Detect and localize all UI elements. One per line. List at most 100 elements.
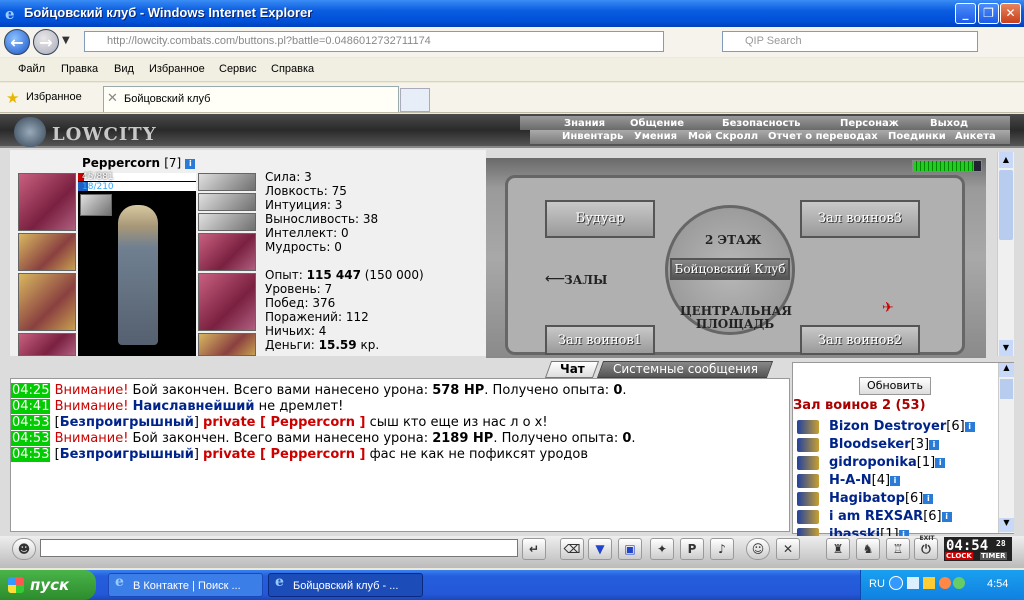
user-list-item[interactable]: Hagibatop[6] i [829, 491, 934, 506]
chat-nick[interactable]: Безпроигрышный [60, 447, 194, 462]
ring-slot-1[interactable] [198, 173, 256, 191]
menu-communication[interactable]: Общение [630, 118, 684, 129]
menu-security[interactable]: Безопасность [722, 118, 801, 129]
menu-inventory[interactable]: Инвентарь [562, 131, 623, 142]
private-icon[interactable]: P [680, 538, 704, 560]
forward-button[interactable]: → [33, 29, 59, 55]
menu-view[interactable]: Вид [114, 63, 134, 75]
chat-nick[interactable]: Безпроигрышный [60, 415, 194, 430]
scroll-up-icon[interactable]: ▲ [999, 152, 1013, 168]
info-icon[interactable]: i [935, 457, 946, 468]
sound-icon[interactable]: ♪ [710, 538, 734, 560]
clock-button[interactable]: CLOCK [945, 552, 973, 560]
maximize-button[interactable]: ❐ [978, 3, 999, 24]
character-icon[interactable]: ♞ [856, 538, 880, 560]
menu-transfer-report[interactable]: Отчет о переводах [768, 131, 878, 142]
refresh-button[interactable]: Обновить [859, 377, 931, 395]
chat-nick[interactable]: Наиславнейший [133, 399, 255, 414]
shield-slot[interactable] [198, 273, 256, 331]
info-icon[interactable]: i [964, 421, 975, 432]
weapon-slot[interactable] [18, 273, 76, 331]
belt-slot[interactable] [198, 333, 256, 356]
room-hall-2[interactable]: Зал воинов2 [800, 325, 920, 355]
favorites-button[interactable]: Избранное [26, 91, 82, 103]
new-tab-button[interactable] [400, 88, 430, 112]
exit-icon[interactable]: EXIT ⏻ [914, 535, 938, 560]
back-button[interactable]: ← [4, 29, 30, 55]
smile-head-icon[interactable]: ☻ [12, 538, 36, 560]
room-boudoir[interactable]: Будуар [545, 200, 655, 238]
helmet-slot[interactable] [18, 173, 76, 231]
minimize-button[interactable]: _ [955, 3, 976, 24]
menu-fights[interactable]: Поединки [888, 131, 946, 142]
tray-arrow-icon[interactable] [889, 576, 903, 590]
menu-help[interactable]: Справка [271, 63, 314, 75]
room-central-square[interactable]: ЦЕНТРАЛЬНАЯ ПЛОЩАДЬ [680, 305, 792, 331]
user-list-item[interactable]: gidroponika[1] i [829, 455, 946, 470]
scroll-down-icon[interactable]: ▼ [999, 340, 1013, 356]
menu-file[interactable]: Файл [18, 63, 45, 75]
star-icon[interactable]: ★ [6, 89, 19, 107]
info-icon[interactable]: i [929, 439, 940, 450]
info-icon[interactable]: i [185, 158, 196, 169]
chat-timestamp[interactable]: 04:53 [11, 447, 51, 462]
armor-slot[interactable] [18, 333, 76, 356]
chat-input[interactable] [40, 539, 518, 557]
inventory-bag-icon[interactable]: ♜ [826, 538, 850, 560]
url-input[interactable]: http://lowcity.combats.com/buttons.pl?ba… [84, 31, 664, 52]
chat-timestamp[interactable]: 04:53 [11, 415, 51, 430]
qip-icon[interactable] [953, 577, 965, 589]
user-name[interactable]: Bloodseker [829, 437, 911, 452]
firefox-icon[interactable] [939, 577, 951, 589]
scroll-thumb[interactable] [999, 170, 1013, 240]
map-scrollbar[interactable]: ▲ ▼ [997, 152, 1014, 356]
scroll-up-icon[interactable]: ▲ [999, 363, 1014, 377]
info-icon[interactable]: i [941, 511, 952, 522]
user-name[interactable]: i am REXSAR [829, 509, 923, 524]
menu-edit[interactable]: Правка [61, 63, 98, 75]
tab-chat[interactable]: Чат [544, 361, 600, 378]
info-icon[interactable]: i [890, 475, 901, 486]
menu-character[interactable]: Персонаж [840, 118, 899, 129]
user-list-scrollbar[interactable]: ▲ ▼ [998, 363, 1014, 533]
scroll-down-icon[interactable]: ▼ [999, 518, 1014, 532]
timer-button[interactable]: TIMER [980, 552, 1007, 560]
chat-nick[interactable]: private [ Peppercorn ] [203, 415, 365, 430]
ring-slot-3[interactable] [198, 213, 256, 231]
smiley-icon[interactable]: ☺ [746, 538, 770, 560]
fighter-icon[interactable]: ✦ [650, 538, 674, 560]
user-name[interactable]: gidroponika [829, 455, 917, 470]
save-icon[interactable]: ▣ [618, 538, 642, 560]
chat-timestamp[interactable]: 04:53 [11, 431, 51, 446]
menu-favorites[interactable]: Избранное [149, 63, 205, 75]
clan-icon[interactable]: ♖ [886, 538, 910, 560]
gloves-slot[interactable] [18, 233, 76, 271]
user-list-item[interactable]: H-A-N[4] i [829, 473, 901, 488]
menu-knowledge[interactable]: Знания [564, 118, 605, 129]
room-hall-3[interactable]: Зал воинов3 [800, 200, 920, 238]
history-dropdown-icon[interactable]: ▼ [62, 35, 70, 46]
user-list-item[interactable]: Bizon Destroyer[6] i [829, 419, 975, 434]
info-icon[interactable]: i [923, 493, 934, 504]
close-button[interactable]: ✕ [1000, 3, 1021, 24]
menu-my-scroll[interactable]: Мой Скролл [688, 131, 758, 142]
language-indicator[interactable]: RU [869, 578, 885, 590]
tab-active[interactable]: ✕ Бойцовский клуб [103, 86, 399, 112]
chat-timestamp[interactable]: 04:41 [11, 399, 51, 414]
boots-slot[interactable] [198, 233, 256, 271]
user-list-item[interactable]: Bloodseker[3] i [829, 437, 940, 452]
mute-icon[interactable]: ✕ [776, 538, 800, 560]
menu-tools[interactable]: Сервис [219, 63, 257, 75]
user-list-item[interactable]: i am REXSAR[6] i [829, 509, 952, 524]
eraser-icon[interactable]: ⌫ [560, 538, 584, 560]
chat-nick[interactable]: private [ Peppercorn ] [203, 447, 365, 462]
amulet-slot[interactable] [80, 194, 112, 216]
ring-slot-2[interactable] [198, 193, 256, 211]
send-icon[interactable]: ↵ [522, 538, 546, 560]
tab-system-messages[interactable]: Системные сообщения [596, 361, 774, 378]
menu-exit[interactable]: Выход [930, 118, 968, 129]
menu-profile[interactable]: Анкета [955, 131, 996, 142]
menu-skills[interactable]: Умения [634, 131, 677, 142]
start-button[interactable]: пуск [0, 570, 96, 600]
search-input[interactable]: QIP Search [722, 31, 978, 52]
